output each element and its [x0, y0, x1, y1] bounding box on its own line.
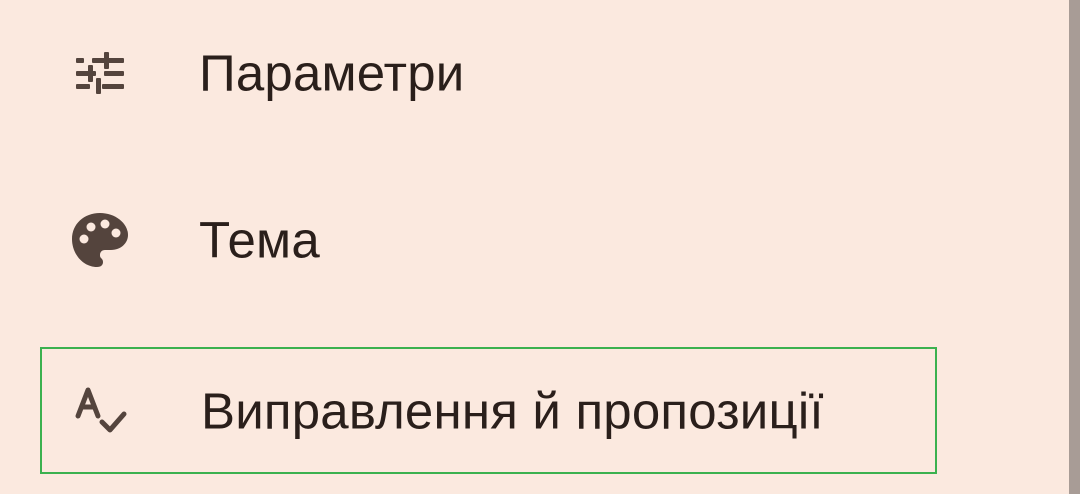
scrollbar[interactable]	[1069, 0, 1080, 494]
menu-item-label: Параметри	[199, 44, 465, 102]
tune-sliders-icon	[70, 43, 130, 103]
menu-item-label: Тема	[199, 211, 320, 269]
menu-item-corrections-suggestions[interactable]: Виправлення й пропозиції	[40, 347, 937, 474]
menu-item-theme[interactable]: Тема	[40, 177, 937, 303]
settings-menu: Параметри Тема Виправлення й пропозиції	[0, 0, 1068, 494]
palette-icon	[70, 210, 130, 270]
spellcheck-icon	[72, 381, 132, 441]
menu-item-parameters[interactable]: Параметри	[40, 10, 937, 136]
menu-item-label: Виправлення й пропозиції	[201, 382, 824, 439]
